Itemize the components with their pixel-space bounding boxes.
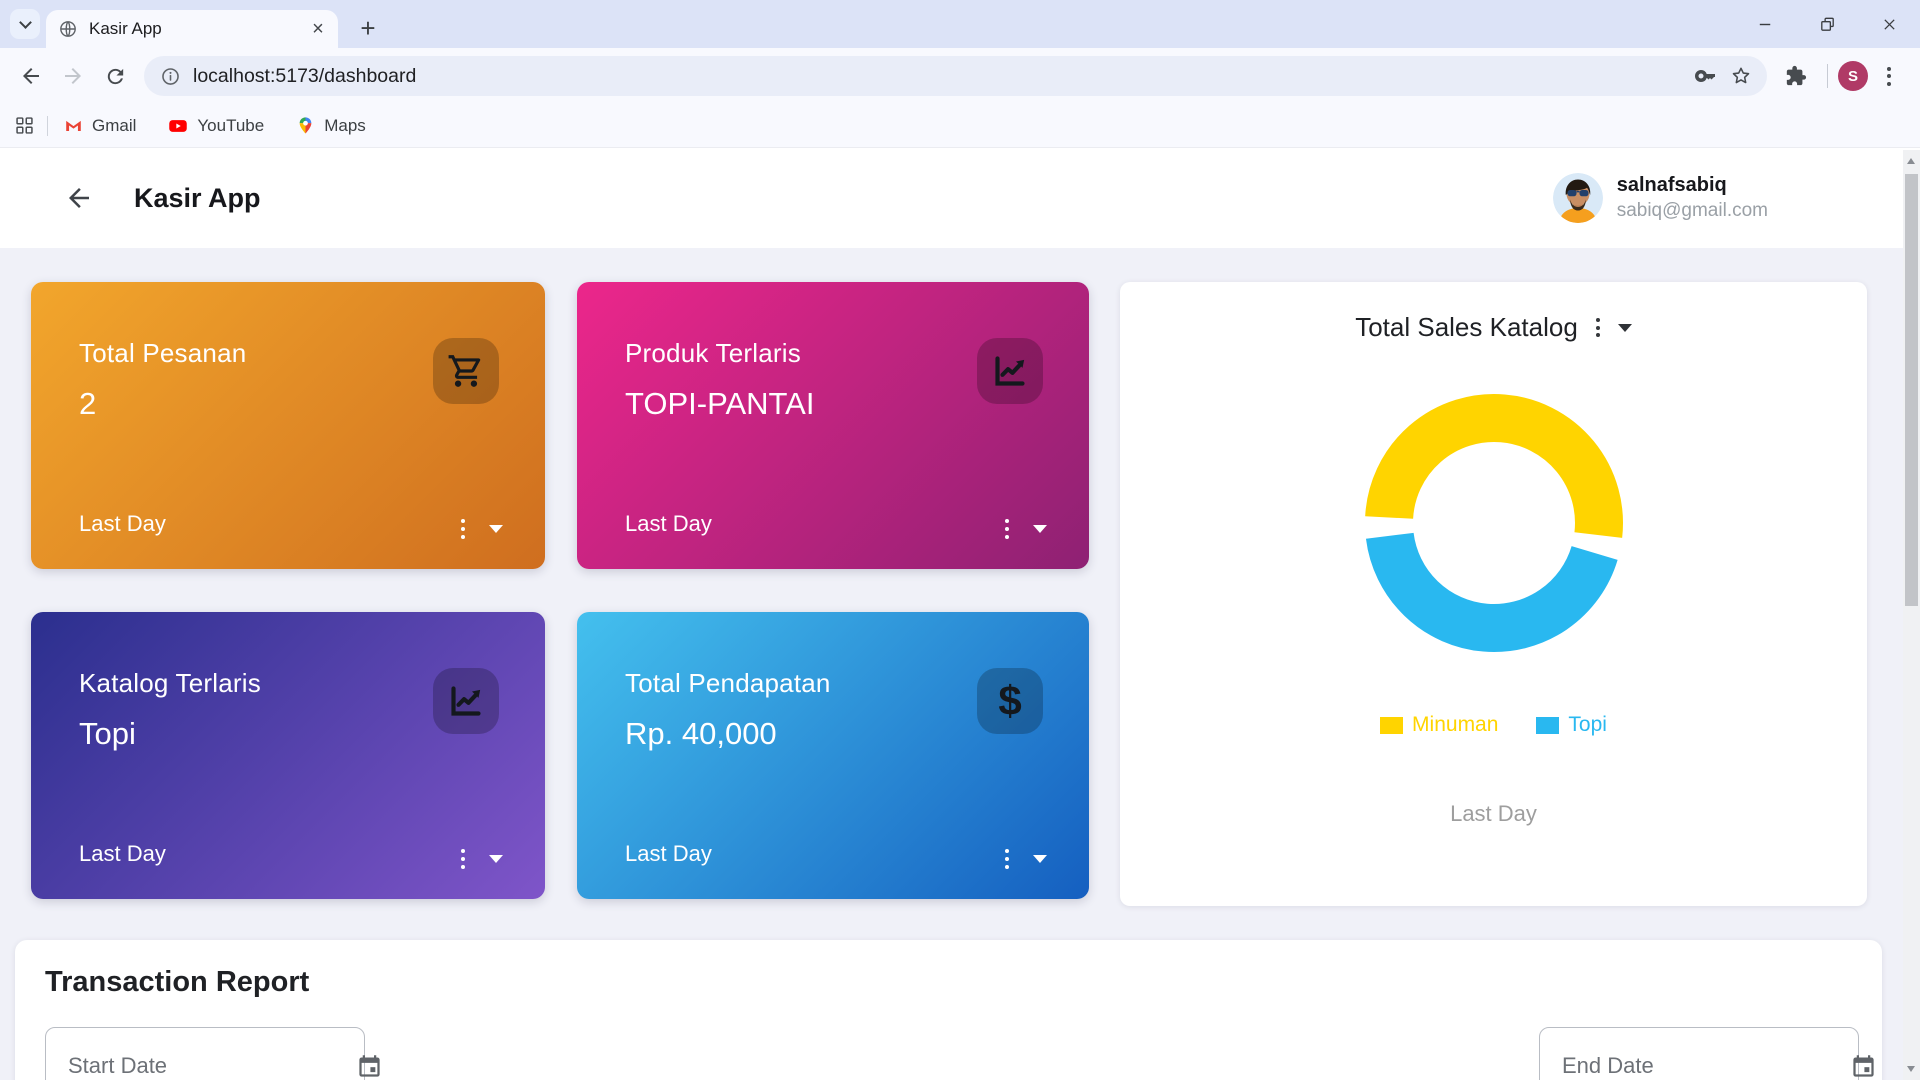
password-key-icon[interactable] [1687, 58, 1723, 94]
user-name: salnafsabiq [1617, 174, 1768, 197]
reload-button[interactable] [94, 55, 136, 97]
report-title: Transaction Report [45, 966, 1859, 999]
back-arrow-button[interactable] [64, 183, 94, 213]
legend-label: Topi [1568, 713, 1607, 737]
dollar-icon: $ [977, 668, 1043, 734]
scroll-up-arrow-icon[interactable] [1907, 158, 1915, 164]
trend-chart-icon [433, 668, 499, 734]
caret-down-icon[interactable] [489, 525, 503, 533]
window-restore-button[interactable] [1796, 0, 1858, 48]
donut-segment-minuman [1389, 418, 1599, 535]
caret-down-icon[interactable] [1033, 855, 1047, 863]
tab-search-button[interactable] [10, 9, 40, 39]
stat-card: Total Pendapatan Rp. 40,000 $ Last Day [577, 612, 1089, 899]
site-info-icon[interactable] [160, 66, 181, 87]
bookmark-youtube[interactable]: YouTube [168, 116, 264, 136]
gmail-icon [64, 116, 83, 135]
bookmark-star-icon[interactable] [1723, 58, 1759, 94]
back-button[interactable] [10, 55, 52, 97]
window-minimize-button[interactable] [1734, 0, 1796, 48]
tab-close-icon[interactable]: × [306, 17, 330, 41]
sales-katalog-panel: Total Sales Katalog Minuman Topi Last Day [1120, 282, 1867, 906]
legend-swatch [1536, 717, 1559, 734]
card-menu-icon[interactable] [461, 519, 466, 540]
scrollbar-thumb[interactable] [1905, 174, 1918, 606]
caret-down-icon[interactable] [1033, 525, 1047, 533]
card-period-label: Last Day [625, 511, 712, 537]
trend-chart-icon [977, 338, 1043, 404]
panel-title: Total Sales Katalog [1355, 312, 1578, 343]
browser-profile-avatar[interactable]: S [1838, 61, 1868, 91]
card-period-label: Last Day [79, 511, 166, 537]
legend-item[interactable]: Minuman [1380, 713, 1498, 737]
transaction-report-panel: Transaction Report [15, 940, 1882, 1080]
maps-pin-icon [296, 116, 315, 135]
bookmarks-divider [47, 116, 48, 136]
calendar-icon[interactable] [1850, 1053, 1877, 1080]
stat-card: Produk Terlaris TOPI-PANTAI Last Day [577, 282, 1089, 569]
calendar-icon[interactable] [356, 1053, 383, 1080]
page-scrollbar[interactable] [1903, 150, 1920, 1080]
cart-icon [433, 338, 499, 404]
youtube-icon [168, 116, 188, 136]
card-menu-icon[interactable] [461, 849, 466, 870]
start-date-input[interactable] [68, 1053, 356, 1079]
start-date-field[interactable] [45, 1027, 365, 1080]
end-date-field[interactable] [1539, 1027, 1859, 1080]
legend-swatch [1380, 717, 1403, 734]
card-menu-icon[interactable] [1005, 519, 1010, 540]
new-tab-button[interactable]: + [352, 12, 384, 44]
browser-tab[interactable]: Kasir App × [46, 10, 338, 48]
scroll-down-arrow-icon[interactable] [1907, 1066, 1915, 1072]
panel-period-label: Last Day [1120, 801, 1867, 827]
panel-menu-icon[interactable] [1596, 318, 1600, 337]
app-header: Kasir App salnafsabiq sabiq@gm [0, 148, 1920, 248]
browser-toolbar: localhost:5173/dashboard S [0, 48, 1920, 104]
card-period-label: Last Day [79, 841, 166, 867]
caret-down-icon[interactable] [1618, 324, 1632, 332]
legend-item[interactable]: Topi [1536, 713, 1607, 737]
stat-card: Katalog Terlaris Topi Last Day [31, 612, 545, 899]
chevron-down-icon [19, 16, 32, 29]
bookmark-maps[interactable]: Maps [296, 116, 366, 136]
tab-title: Kasir App [89, 19, 306, 39]
page-title: Kasir App [134, 183, 261, 214]
address-bar[interactable]: localhost:5173/dashboard [144, 56, 1767, 96]
card-period-label: Last Day [625, 841, 712, 867]
stat-card: Total Pesanan 2 Last Day [31, 282, 545, 569]
donut-segment-topi [1389, 536, 1594, 628]
user-chip[interactable]: salnafsabiq sabiq@gmail.com [1553, 173, 1768, 223]
browser-menu-icon[interactable] [1868, 55, 1910, 97]
donut-chart [1354, 383, 1634, 663]
globe-favicon-icon [58, 19, 78, 39]
end-date-input[interactable] [1562, 1053, 1850, 1079]
card-menu-icon[interactable] [1005, 849, 1010, 870]
forward-button[interactable] [52, 55, 94, 97]
user-avatar [1553, 173, 1603, 223]
user-email: sabiq@gmail.com [1617, 200, 1768, 222]
browser-titlebar: Kasir App × + [0, 0, 1920, 48]
bookmarks-bar: Gmail YouTube Maps [0, 104, 1920, 148]
extensions-icon[interactable] [1775, 55, 1817, 97]
caret-down-icon[interactable] [489, 855, 503, 863]
url-text[interactable]: localhost:5173/dashboard [193, 65, 416, 88]
bookmark-gmail[interactable]: Gmail [64, 116, 136, 136]
window-close-button[interactable] [1858, 0, 1920, 48]
chart-legend: Minuman Topi [1120, 713, 1867, 737]
toolbar-divider [1827, 64, 1828, 88]
legend-label: Minuman [1412, 713, 1498, 737]
dashboard-content: Total Pesanan 2 Last Day Produk Terlaris… [0, 248, 1920, 1080]
apps-grid-icon[interactable] [14, 115, 35, 136]
